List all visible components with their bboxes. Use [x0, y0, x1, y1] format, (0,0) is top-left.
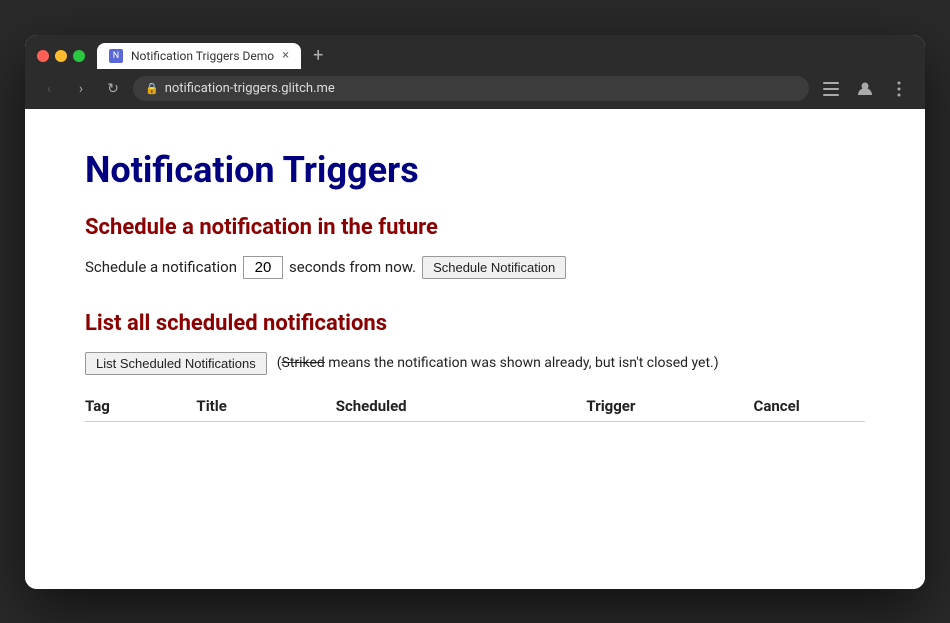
notifications-table: Tag Title Scheduled Trigger Cancel: [85, 391, 865, 422]
close-window-button[interactable]: [37, 50, 49, 62]
minimize-window-button[interactable]: [55, 50, 67, 62]
lock-icon: 🔒: [145, 82, 159, 95]
col-scheduled-header: Scheduled: [336, 391, 587, 422]
reload-button[interactable]: ↻: [101, 77, 125, 101]
new-tab-button[interactable]: +: [307, 43, 329, 68]
col-trigger-header: Trigger: [586, 391, 753, 422]
address-bar: ‹ › ↻ 🔒 notification-triggers.glitch.me: [25, 69, 925, 109]
table-header: Tag Title Scheduled Trigger Cancel: [85, 391, 865, 422]
list-section-heading: List all scheduled notifications: [85, 311, 865, 336]
col-cancel-header: Cancel: [754, 391, 865, 422]
page-content: Notification Triggers Schedule a notific…: [25, 109, 925, 589]
seconds-input[interactable]: [243, 256, 283, 279]
profile-icon[interactable]: [851, 75, 879, 103]
list-row: List Scheduled Notifications (Striked me…: [85, 352, 865, 375]
tab-close-button[interactable]: ×: [282, 49, 289, 62]
col-tag-header: Tag: [85, 391, 196, 422]
schedule-notification-button[interactable]: Schedule Notification: [422, 256, 566, 279]
forward-button[interactable]: ›: [69, 77, 93, 101]
note-suffix: means the notification was shown already…: [325, 355, 719, 371]
tab-title: Notification Triggers Demo: [131, 49, 274, 63]
active-tab[interactable]: N Notification Triggers Demo ×: [97, 43, 301, 69]
schedule-label-before: Schedule a notification: [85, 258, 237, 276]
url-text: notification-triggers.glitch.me: [165, 81, 335, 96]
tab-bar: N Notification Triggers Demo × +: [25, 35, 925, 69]
col-title-header: Title: [196, 391, 335, 422]
schedule-label-after: seconds from now.: [289, 258, 416, 276]
more-options-icon[interactable]: [885, 75, 913, 103]
url-bar[interactable]: 🔒 notification-triggers.glitch.me: [133, 76, 809, 101]
list-scheduled-notifications-button[interactable]: List Scheduled Notifications: [85, 352, 267, 375]
schedule-row: Schedule a notification seconds from now…: [85, 256, 865, 279]
browser-window: N Notification Triggers Demo × + ‹ › ↻ 🔒…: [25, 35, 925, 589]
striked-text: Striked: [282, 355, 325, 371]
back-button[interactable]: ‹: [37, 77, 61, 101]
browser-menu-icon[interactable]: [817, 75, 845, 103]
page-title: Notification Triggers: [85, 149, 865, 191]
toolbar-icons: [817, 75, 913, 103]
note-text: (Striked means the notification was show…: [277, 355, 719, 371]
maximize-window-button[interactable]: [73, 50, 85, 62]
table-header-row: Tag Title Scheduled Trigger Cancel: [85, 391, 865, 422]
window-controls: [37, 50, 85, 62]
browser-chrome: N Notification Triggers Demo × + ‹ › ↻ 🔒…: [25, 35, 925, 109]
tab-favicon: N: [109, 49, 123, 63]
list-section: List all scheduled notifications List Sc…: [85, 311, 865, 422]
schedule-section-heading: Schedule a notification in the future: [85, 215, 865, 240]
